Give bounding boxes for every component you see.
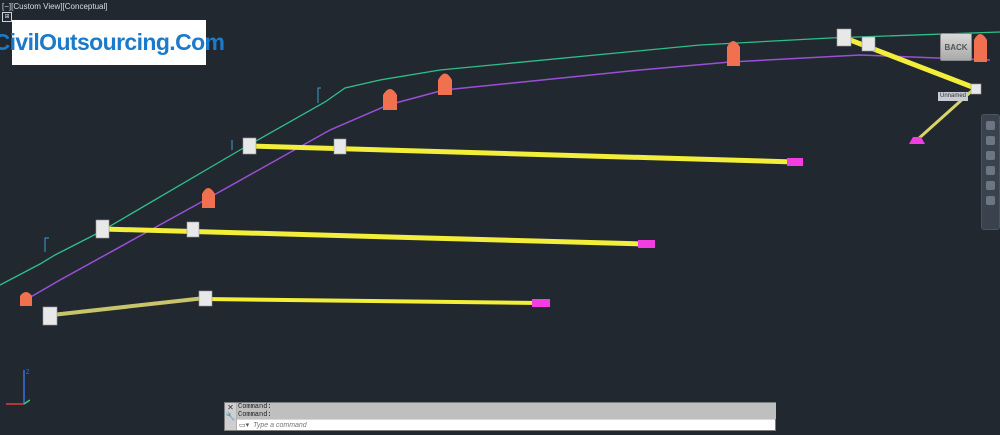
junction-box[interactable] (836, 28, 852, 47)
unnamed-tag: Unnamed (938, 92, 969, 101)
manhole-structure[interactable] (438, 73, 452, 96)
junction-box[interactable] (198, 290, 213, 307)
endwall[interactable] (787, 158, 803, 166)
watermark-text: CivilOutsourcing.Com (0, 29, 225, 55)
endwall[interactable] (532, 299, 550, 307)
command-line-panel[interactable]: ✕ 🔧 Command: Command: ▭▾ (224, 402, 776, 431)
nav-zoom-icon[interactable] (986, 136, 995, 145)
alignment-tick (317, 87, 321, 103)
command-history-line: Command: (238, 403, 272, 411)
settings-icon[interactable]: 🔧 (225, 412, 236, 421)
command-history-line: Command: (238, 411, 272, 419)
watermark-logo: CivilOutsourcing.Com (0, 20, 225, 65)
alignment-line[interactable] (0, 31, 1000, 286)
manhole-structure[interactable] (974, 34, 987, 62)
nav-pan-icon[interactable] (986, 121, 995, 130)
nav-showmotion-icon[interactable] (986, 166, 995, 175)
manhole-structure[interactable] (727, 41, 740, 66)
close-icon[interactable]: ✕ (225, 403, 236, 412)
endwall[interactable] (909, 137, 925, 144)
manhole-structure[interactable] (20, 292, 32, 306)
junction-box[interactable] (242, 137, 257, 155)
alignment-tick (44, 237, 49, 252)
command-input-row[interactable]: ▭▾ (237, 420, 775, 430)
viewcube-back-face[interactable]: BACK (940, 33, 972, 61)
command-line-side: ✕ 🔧 (225, 403, 237, 430)
endwall[interactable] (638, 240, 655, 248)
pipe[interactable] (203, 297, 542, 305)
manhole-structure[interactable] (202, 188, 215, 208)
pipe[interactable] (100, 226, 648, 247)
navigation-bar[interactable] (981, 114, 1000, 230)
command-input[interactable] (253, 420, 734, 430)
viewport-label[interactable]: [−][Custom View][Conceptual] (2, 2, 107, 11)
junction-box[interactable] (861, 36, 876, 52)
manhole-structure[interactable] (383, 89, 397, 110)
junction-box[interactable] (42, 306, 58, 326)
pipe[interactable] (247, 143, 798, 165)
nav-fullnav-icon[interactable] (986, 196, 995, 205)
profile-line[interactable] (21, 54, 991, 303)
pipe[interactable] (50, 296, 207, 317)
model-viewport[interactable]: [−][Custom View][Conceptual] ⊞ CivilOuts… (0, 0, 1000, 431)
ucs-axis-icon: Z (6, 370, 30, 405)
junction-box[interactable] (95, 219, 110, 239)
nav-orbit-icon[interactable] (986, 151, 995, 160)
svg-text:Z: Z (26, 370, 30, 376)
nav-steering-icon[interactable] (986, 181, 995, 190)
command-prompt-icon[interactable]: ▭▾ (239, 421, 249, 429)
command-history: Command: Command: (237, 403, 776, 419)
junction-box[interactable] (970, 83, 982, 95)
junction-box[interactable] (186, 221, 200, 238)
viewport-control-icon[interactable]: ⊞ (2, 12, 12, 22)
junction-box[interactable] (333, 138, 347, 155)
